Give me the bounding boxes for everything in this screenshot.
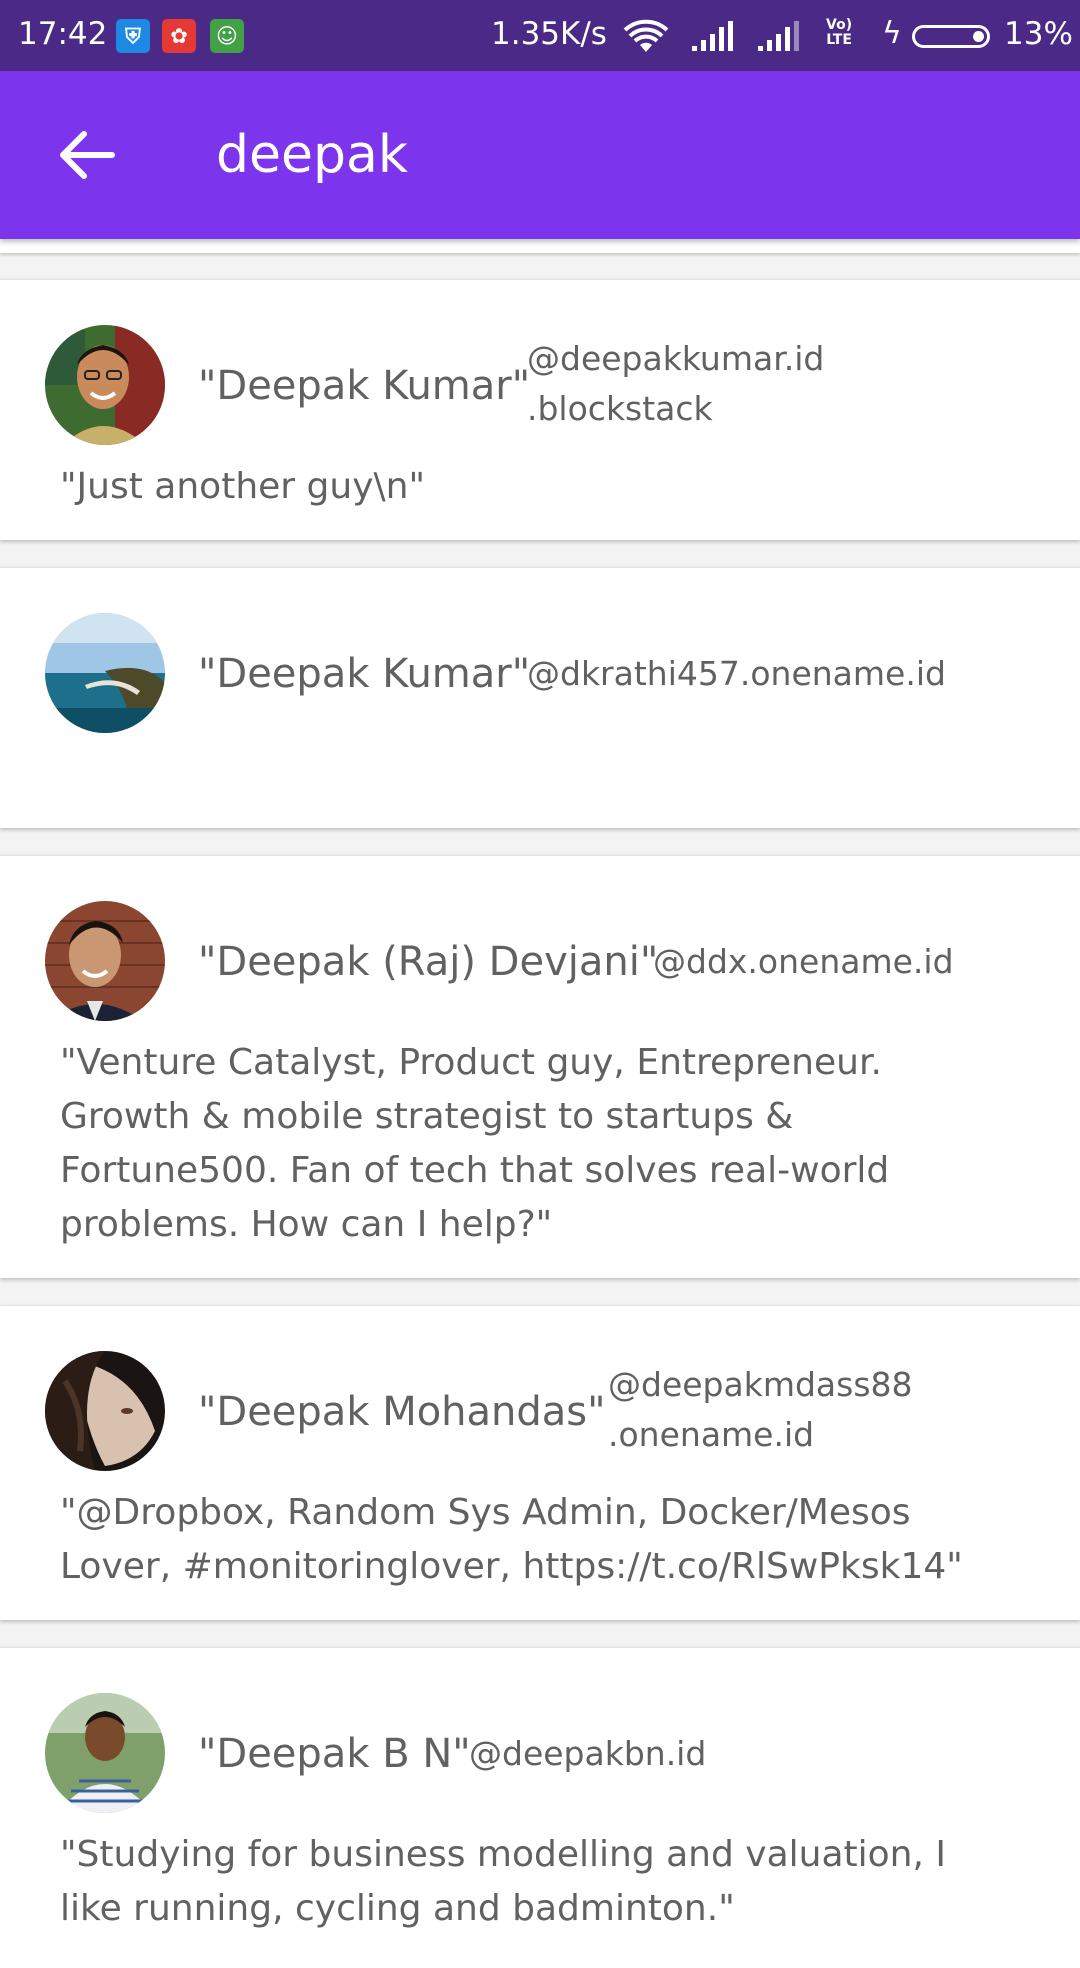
volte-icon: Vo) LTE	[826, 18, 852, 48]
display-name: "Deepak (Raj) Devjani"	[198, 939, 659, 985]
handle: @deepakmdass88	[608, 1365, 913, 1404]
handle-continued: .onename.id	[608, 1415, 815, 1454]
handle: @ddx.onename.id	[653, 942, 954, 981]
avatar	[45, 1351, 165, 1471]
status-bar: 17:42 ⛨ ✿ ☺ 1.35K/s Vo) LTE ϟ 13%	[0, 0, 1080, 71]
battery-icon	[912, 25, 990, 48]
back-button[interactable]	[50, 119, 122, 191]
huawei-app-icon: ✿	[162, 19, 196, 53]
display-name: "Deepak Kumar"	[198, 363, 531, 409]
battery-percent: 13%	[1004, 16, 1073, 52]
arrow-back-icon	[60, 131, 115, 179]
signal-icon	[758, 21, 799, 51]
android-app-icon: ☺	[210, 19, 244, 53]
list-item[interactable]: "Deepak Mohandas" @deepakmdass88 .onenam…	[0, 1305, 1080, 1620]
list-item[interactable]: "Deepak Kumar" @deepakkumar.id .blocksta…	[0, 279, 1080, 540]
charging-icon: ϟ	[882, 16, 902, 51]
avatar	[45, 325, 165, 445]
handle: @deepakbn.id	[469, 1734, 707, 1773]
volte-line-1: Vo)	[826, 17, 853, 33]
handle: @dkrathi457.onename.id	[527, 654, 946, 693]
list-top-edge	[0, 239, 1080, 253]
handle-continued: .blockstack	[527, 389, 713, 428]
wifi-icon	[623, 19, 669, 52]
handle: @deepakkumar.id	[527, 339, 825, 378]
list-item[interactable]: "Deepak (Raj) Devjani" @ddx.onename.id "…	[0, 855, 1080, 1278]
app-toolbar: deepak	[0, 71, 1080, 239]
shield-app-icon: ⛨	[116, 19, 150, 53]
bio: "Venture Catalyst, Product guy, Entrepre…	[60, 1042, 890, 1245]
avatar	[45, 901, 165, 1021]
signal-icon	[692, 21, 733, 51]
avatar	[45, 613, 165, 733]
display-name: "Deepak Kumar"	[198, 651, 531, 697]
network-speed: 1.35K/s	[491, 16, 607, 52]
bio: "@Dropbox, Random Sys Admin, Docker/Meso…	[60, 1492, 963, 1587]
list-item[interactable]: "Deepak Kumar" @dkrathi457.onename.id	[0, 567, 1080, 828]
volte-line-2: LTE	[826, 32, 852, 48]
battery-level	[973, 31, 984, 42]
bio: "Just another guy\n"	[60, 466, 426, 507]
page-title: deepak	[216, 125, 408, 185]
avatar	[45, 1693, 165, 1813]
display-name: "Deepak B N"	[198, 1731, 471, 1777]
status-time: 17:42	[18, 16, 108, 52]
display-name: "Deepak Mohandas"	[198, 1389, 606, 1435]
